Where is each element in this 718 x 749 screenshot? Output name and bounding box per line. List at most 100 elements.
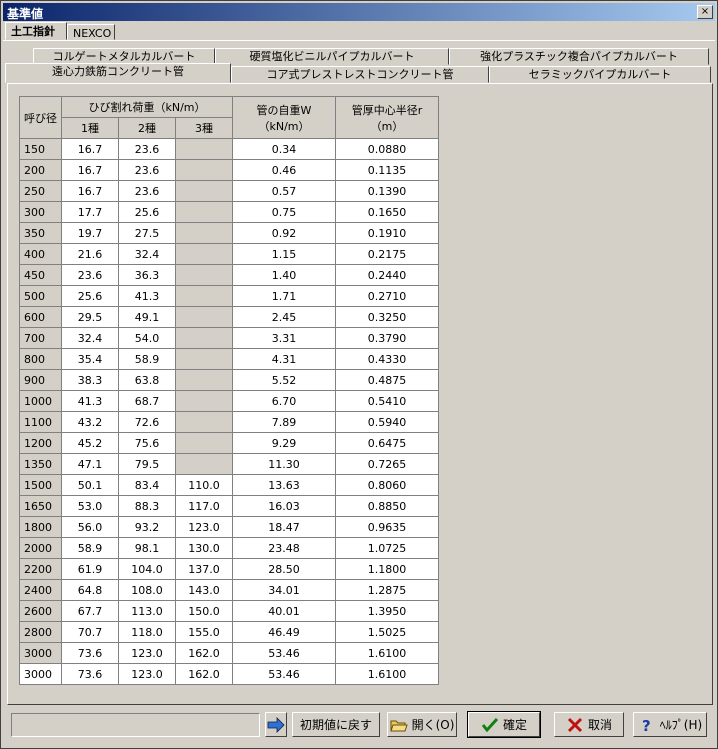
- cell-type-3[interactable]: 130.0: [175, 537, 233, 559]
- cell-radius[interactable]: 0.1650: [335, 201, 439, 223]
- cell-radius[interactable]: 0.8060: [335, 474, 439, 496]
- cell-type-1[interactable]: 32.4: [61, 327, 119, 349]
- table-row[interactable]: 1000 41.3 68.7 6.70 0.5410: [19, 390, 439, 412]
- cell-type-2[interactable]: 108.0: [118, 579, 176, 601]
- cell-type-1[interactable]: 29.5: [61, 306, 119, 328]
- cell-weight[interactable]: 6.70: [232, 390, 336, 412]
- cell-type-2[interactable]: 75.6: [118, 432, 176, 454]
- cell-type-2[interactable]: 63.8: [118, 369, 176, 391]
- cell-radius[interactable]: 0.1135: [335, 159, 439, 181]
- cell-type-3[interactable]: [175, 264, 233, 286]
- cell-size[interactable]: 400: [19, 243, 62, 265]
- cell-type-1[interactable]: 73.6: [61, 663, 119, 685]
- cell-type-2[interactable]: 68.7: [118, 390, 176, 412]
- reset-defaults-button[interactable]: 初期値に戻す: [292, 712, 380, 737]
- cell-size[interactable]: 300: [19, 201, 62, 223]
- cell-type-2[interactable]: 123.0: [118, 642, 176, 664]
- table-row[interactable]: 1100 43.2 72.6 7.89 0.5940: [19, 411, 439, 433]
- cell-type-2[interactable]: 79.5: [118, 453, 176, 475]
- table-row[interactable]: 2400 64.8 108.0 143.0 34.01 1.2875: [19, 579, 439, 601]
- cell-size[interactable]: 200: [19, 159, 62, 181]
- cell-weight[interactable]: 23.48: [232, 537, 336, 559]
- cell-radius[interactable]: 1.1800: [335, 558, 439, 580]
- cell-size[interactable]: 2600: [19, 600, 62, 622]
- cell-weight[interactable]: 0.57: [232, 180, 336, 202]
- cell-type-1[interactable]: 21.6: [61, 243, 119, 265]
- cell-size[interactable]: 800: [19, 348, 62, 370]
- cell-size[interactable]: 600: [19, 306, 62, 328]
- cell-type-3[interactable]: 110.0: [175, 474, 233, 496]
- cell-size[interactable]: 2200: [19, 558, 62, 580]
- confirm-button[interactable]: 確定: [467, 711, 541, 738]
- cell-type-2[interactable]: 58.9: [118, 348, 176, 370]
- cell-type-3[interactable]: [175, 390, 233, 412]
- cell-type-1[interactable]: 38.3: [61, 369, 119, 391]
- table-row[interactable]: 2000 58.9 98.1 130.0 23.48 1.0725: [19, 537, 439, 559]
- cell-weight[interactable]: 0.92: [232, 222, 336, 244]
- cell-size[interactable]: 3000: [19, 642, 62, 664]
- cell-radius[interactable]: 0.1390: [335, 180, 439, 202]
- cell-type-3[interactable]: [175, 138, 233, 160]
- cell-type-2[interactable]: 25.6: [118, 201, 176, 223]
- cell-type-2[interactable]: 27.5: [118, 222, 176, 244]
- cell-weight[interactable]: 9.29: [232, 432, 336, 454]
- cell-radius[interactable]: 0.3790: [335, 327, 439, 349]
- cell-type-3[interactable]: [175, 222, 233, 244]
- cell-size[interactable]: 900: [19, 369, 62, 391]
- cell-weight[interactable]: 11.30: [232, 453, 336, 475]
- table-row[interactable]: 3000 73.6 123.0 162.0 53.46 1.6100: [19, 663, 439, 685]
- cell-type-1[interactable]: 43.2: [61, 411, 119, 433]
- cell-type-3[interactable]: 117.0: [175, 495, 233, 517]
- cell-type-3[interactable]: 162.0: [175, 663, 233, 685]
- table-row[interactable]: 500 25.6 41.3 1.71 0.2710: [19, 285, 439, 307]
- cell-weight[interactable]: 1.71: [232, 285, 336, 307]
- cell-type-2[interactable]: 83.4: [118, 474, 176, 496]
- table-row[interactable]: 250 16.7 23.6 0.57 0.1390: [19, 180, 439, 202]
- cell-type-1[interactable]: 35.4: [61, 348, 119, 370]
- cell-size[interactable]: 2400: [19, 579, 62, 601]
- table-row[interactable]: 150 16.7 23.6 0.34 0.0880: [19, 138, 439, 160]
- cell-type-3[interactable]: 162.0: [175, 642, 233, 664]
- subtab-pvc-pipe[interactable]: 硬質塩化ビニルパイプカルバート: [215, 48, 449, 65]
- cell-type-2[interactable]: 123.0: [118, 663, 176, 685]
- cell-type-3[interactable]: [175, 243, 233, 265]
- cell-type-2[interactable]: 49.1: [118, 306, 176, 328]
- cell-type-2[interactable]: 23.6: [118, 180, 176, 202]
- cell-type-1[interactable]: 19.7: [61, 222, 119, 244]
- cell-type-2[interactable]: 93.2: [118, 516, 176, 538]
- cell-weight[interactable]: 53.46: [232, 642, 336, 664]
- table-row[interactable]: 300 17.7 25.6 0.75 0.1650: [19, 201, 439, 223]
- cell-size[interactable]: 1650: [19, 495, 62, 517]
- cell-radius[interactable]: 0.4330: [335, 348, 439, 370]
- cell-radius[interactable]: 0.4875: [335, 369, 439, 391]
- cell-type-1[interactable]: 67.7: [61, 600, 119, 622]
- cell-radius[interactable]: 0.8850: [335, 495, 439, 517]
- subtab-core-prestressed-pipe[interactable]: コア式プレストレストコンクリート管: [231, 66, 489, 83]
- subtab-ceramic-pipe[interactable]: セラミックパイプカルバート: [489, 66, 711, 83]
- cell-type-3[interactable]: 137.0: [175, 558, 233, 580]
- cell-size[interactable]: 1500: [19, 474, 62, 496]
- table-row[interactable]: 450 23.6 36.3 1.40 0.2440: [19, 264, 439, 286]
- cell-weight[interactable]: 7.89: [232, 411, 336, 433]
- cell-type-2[interactable]: 72.6: [118, 411, 176, 433]
- cell-size[interactable]: 1100: [19, 411, 62, 433]
- cell-weight[interactable]: 28.50: [232, 558, 336, 580]
- cell-type-1[interactable]: 50.1: [61, 474, 119, 496]
- cell-type-2[interactable]: 88.3: [118, 495, 176, 517]
- table-row[interactable]: 200 16.7 23.6 0.46 0.1135: [19, 159, 439, 181]
- table-row[interactable]: 1500 50.1 83.4 110.0 13.63 0.8060: [19, 474, 439, 496]
- cell-type-2[interactable]: 36.3: [118, 264, 176, 286]
- cell-type-1[interactable]: 16.7: [61, 180, 119, 202]
- table-row[interactable]: 800 35.4 58.9 4.31 0.4330: [19, 348, 439, 370]
- cell-radius[interactable]: 0.2175: [335, 243, 439, 265]
- cell-type-1[interactable]: 61.9: [61, 558, 119, 580]
- tab-doko-shishin[interactable]: 土工指針: [5, 22, 67, 40]
- cell-type-1[interactable]: 47.1: [61, 453, 119, 475]
- cell-size[interactable]: 150: [19, 138, 62, 160]
- cell-radius[interactable]: 0.7265: [335, 453, 439, 475]
- cell-type-2[interactable]: 104.0: [118, 558, 176, 580]
- cell-size[interactable]: 1000: [19, 390, 62, 412]
- table-row[interactable]: 2200 61.9 104.0 137.0 28.50 1.1800: [19, 558, 439, 580]
- table-row[interactable]: 900 38.3 63.8 5.52 0.4875: [19, 369, 439, 391]
- cell-weight[interactable]: 2.45: [232, 306, 336, 328]
